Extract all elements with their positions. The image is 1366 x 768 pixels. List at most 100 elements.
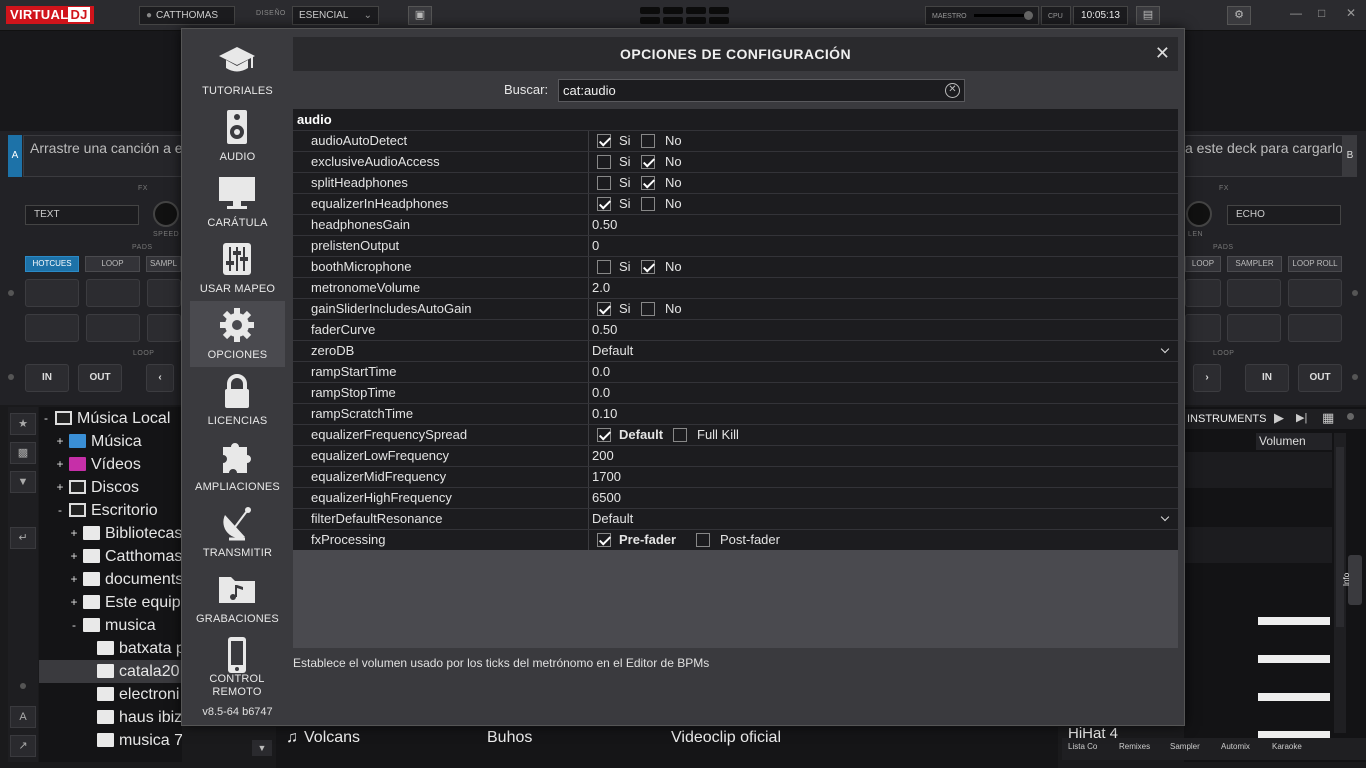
options-dot[interactable] [1347, 413, 1354, 420]
scrollbar-thumb[interactable] [1336, 447, 1344, 627]
pad[interactable] [1185, 279, 1221, 307]
setting-row[interactable]: equalizerInHeadphones Si No [293, 193, 1178, 214]
expand-icon[interactable]: + [69, 591, 79, 614]
tree-item[interactable]: - Música Local [39, 407, 182, 430]
nav-item-grabaciones[interactable]: GRABACIONES [190, 565, 285, 631]
checkbox-si[interactable] [597, 260, 611, 274]
setting-value-cell[interactable]: Si No [588, 131, 1178, 151]
pad[interactable] [86, 279, 140, 307]
setting-value-cell[interactable]: Si No [588, 257, 1178, 277]
export-icon[interactable]: ↗ [10, 735, 36, 757]
layout-select[interactable]: ESENCIAL ⌄ [292, 6, 379, 25]
setting-value-cell[interactable]: 1700 [588, 467, 1178, 487]
nav-item-tutoriales[interactable]: TUTORIALES [190, 37, 285, 103]
setting-value-cell[interactable]: Si No [588, 299, 1178, 319]
collapse-icon[interactable]: - [55, 499, 65, 522]
view-cell[interactable] [640, 7, 660, 14]
loop-next-icon[interactable]: › [1193, 364, 1221, 392]
setting-value-cell[interactable]: 0.50 [588, 320, 1178, 340]
setting-value-cell[interactable]: 200 [588, 446, 1178, 466]
pad[interactable] [25, 314, 79, 342]
checkbox-pre-fader[interactable] [597, 533, 611, 547]
close-icon[interactable]: ✕ [1155, 42, 1170, 64]
setting-row[interactable]: audioAutoDetect Si No [293, 130, 1178, 151]
view-layout-buttons[interactable] [640, 7, 729, 25]
bottom-tab-karaoke[interactable]: Karaoke [1272, 742, 1302, 751]
expand-icon[interactable]: + [69, 545, 79, 568]
setting-row[interactable]: filterDefaultResonance Default [293, 508, 1178, 529]
checkbox-no[interactable] [641, 155, 655, 169]
view-cell[interactable] [686, 17, 706, 24]
setting-dropdown-value[interactable]: Default [592, 341, 633, 361]
pad-tab-hotcues[interactable]: HOTCUES [25, 256, 79, 272]
setting-row[interactable]: exclusiveAudioAccess Si No [293, 151, 1178, 172]
setting-row[interactable]: equalizerLowFrequency 200 [293, 445, 1178, 466]
bottom-tab-sampler[interactable]: Sampler [1170, 742, 1200, 751]
setting-row[interactable]: rampStartTime 0.0 [293, 361, 1178, 382]
deck-b-fx-select[interactable]: ECHO [1227, 205, 1341, 225]
master-knob[interactable] [1024, 11, 1033, 20]
deck-a-drop-zone[interactable]: Arrastre una canción a e [23, 135, 183, 177]
setting-row[interactable]: headphonesGain 0.50 [293, 214, 1178, 235]
master-volume[interactable]: MAESTRO [925, 6, 1039, 25]
setting-row[interactable]: metronomeVolume 2.0 [293, 277, 1178, 298]
nav-item-transmitir[interactable]: TRANSMITIR [190, 499, 285, 565]
setting-row[interactable]: gainSliderIncludesAutoGain Si No [293, 298, 1178, 319]
view-cell[interactable] [709, 17, 729, 24]
deck-a-badge[interactable]: A [8, 135, 22, 177]
setting-value-cell[interactable]: 2.0 [588, 278, 1178, 298]
setting-value[interactable]: 2.0 [592, 278, 610, 298]
setting-row[interactable]: zeroDB Default [293, 340, 1178, 361]
nav-item-opciones[interactable]: OPCIONES [190, 301, 285, 367]
pad[interactable] [147, 279, 181, 307]
expand-icon[interactable]: + [55, 453, 65, 476]
setting-value[interactable]: 0.50 [592, 320, 617, 340]
setting-value[interactable]: 1700 [592, 467, 621, 487]
checkbox-no[interactable] [641, 302, 655, 316]
checkbox-post-fader[interactable] [696, 533, 710, 547]
sampler-row[interactable] [1184, 452, 1332, 488]
setting-row[interactable]: rampStopTime 0.0 [293, 382, 1178, 403]
info-tab[interactable]: Info [1342, 555, 1362, 605]
tree-item[interactable]: + documents [39, 568, 182, 591]
tree-item[interactable]: + Este equip [39, 591, 182, 614]
speed-knob[interactable] [153, 201, 179, 227]
expand-icon[interactable]: + [55, 430, 65, 453]
tree-item[interactable]: haus ibiz [39, 706, 182, 729]
checkbox-default[interactable] [597, 428, 611, 442]
setting-row[interactable]: splitHeadphones Si No [293, 172, 1178, 193]
clear-search-icon[interactable]: ✕ [945, 83, 960, 98]
pad-tab-loop[interactable]: LOOP [85, 256, 140, 272]
setting-value-cell[interactable]: Pre-fader Post-fader [588, 530, 1178, 550]
nav-item-ampliaciones[interactable]: AMPLIACIONES [190, 433, 285, 499]
pad[interactable] [1227, 279, 1281, 307]
view-cell[interactable] [640, 17, 660, 24]
tree-item[interactable]: musica 70 y 80 [39, 729, 182, 752]
tree-item[interactable]: catala20 [39, 660, 182, 683]
record-icon[interactable]: ▤ [1136, 6, 1160, 25]
setting-value[interactable]: 0.0 [592, 362, 610, 382]
pad-tab-sampler[interactable]: SAMPL [146, 256, 181, 272]
pad[interactable] [1227, 314, 1281, 342]
loop-out-button-b[interactable]: OUT [1298, 364, 1342, 392]
pad[interactable] [1185, 314, 1221, 342]
setting-row[interactable]: rampScratchTime 0.10 [293, 403, 1178, 424]
setting-value-cell[interactable]: 0.0 [588, 362, 1178, 382]
scroll-down-icon[interactable]: ▼ [252, 740, 272, 756]
add-folder-icon[interactable]: ▩ [10, 442, 36, 464]
setting-value-cell[interactable]: 0.50 [588, 215, 1178, 235]
user-account-box[interactable]: ● CATTHOMAS [139, 6, 235, 25]
setting-value-cell[interactable]: Si No [588, 194, 1178, 214]
setting-value-cell[interactable]: 6500 [588, 488, 1178, 508]
expand-icon[interactable]: + [69, 568, 79, 591]
checkbox-full-kill[interactable] [673, 428, 687, 442]
back-icon[interactable]: ↵ [10, 527, 36, 549]
deck-b-drop-zone[interactable]: a este deck para cargarlo [1184, 135, 1343, 177]
package-icon[interactable]: ▣ [408, 6, 432, 25]
tree-item[interactable]: electroni [39, 683, 182, 706]
star-icon[interactable]: ★ [10, 413, 36, 435]
loop-in-button[interactable]: IN [25, 364, 69, 392]
pad-tab-loop-b[interactable]: LOOP [1185, 256, 1221, 272]
checkbox-no[interactable] [641, 176, 655, 190]
setting-value-cell[interactable]: Default [588, 341, 1178, 361]
